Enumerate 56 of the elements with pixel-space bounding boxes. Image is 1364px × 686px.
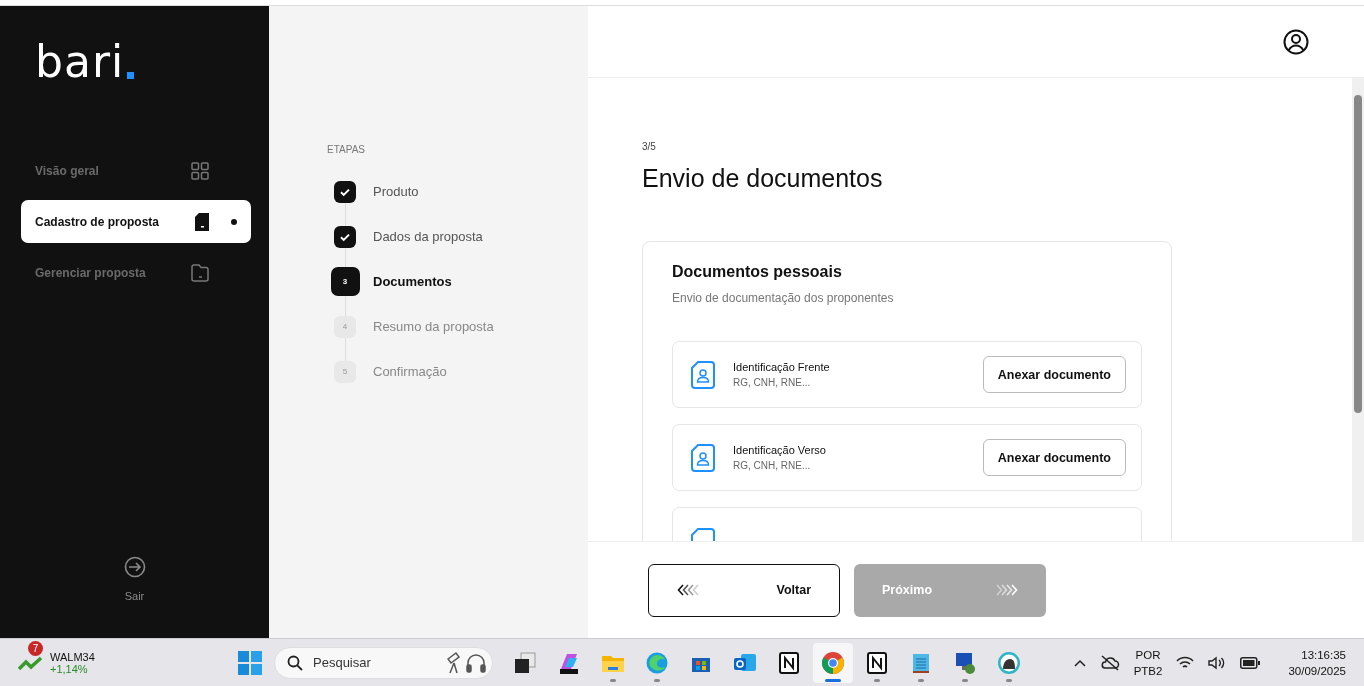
notebook-app-icon[interactable] — [865, 650, 889, 675]
step-label: Produto — [373, 184, 419, 199]
logout-label[interactable]: Sair — [124, 590, 145, 602]
keyboard-language[interactable]: POR PTB2 — [1133, 646, 1163, 679]
scrollbar-thumb[interactable] — [1354, 95, 1362, 413]
logout-icon[interactable] — [123, 556, 146, 578]
task-view-icon[interactable] — [513, 650, 537, 675]
card-title: Documentos pessoais — [672, 263, 843, 281]
cloud-off-icon[interactable] — [1099, 654, 1120, 671]
search-input[interactable]: Pesquisar — [311, 654, 436, 671]
back-button[interactable]: Voltar — [648, 563, 840, 617]
wifi-icon[interactable] — [1176, 655, 1195, 670]
document-icon — [195, 212, 209, 231]
nav-item[interactable]: Cadastro de proposta — [21, 200, 251, 243]
chevron-up-icon[interactable] — [1073, 658, 1086, 667]
clock[interactable]: 13:16:35 30/09/2025 — [1288, 646, 1346, 679]
id-document-icon — [691, 443, 715, 472]
search-icon — [287, 654, 303, 671]
step-number: 5 — [334, 360, 356, 383]
step-label: Documentos — [373, 274, 452, 289]
notification-badge: 7 — [28, 640, 43, 656]
step-counter: 3/5 — [642, 141, 657, 152]
battery-icon[interactable] — [1240, 656, 1261, 669]
stock-trend-icon[interactable] — [18, 655, 44, 672]
attach-document-button[interactable]: Anexar documento — [982, 439, 1126, 476]
document-name: Identificação Frente — [733, 361, 831, 373]
step-label: Dados da proposta — [373, 229, 483, 244]
step-label: Resumo da proposta — [373, 319, 494, 334]
animal-app-icon[interactable] — [997, 650, 1021, 675]
step-label: Confirmação — [373, 364, 447, 379]
microphone-headphones-icon — [444, 650, 486, 675]
computer-icon[interactable] — [953, 650, 977, 675]
steps-heading: ETAPAS — [327, 144, 366, 155]
attach-document-button[interactable]: Anexar documento — [982, 356, 1126, 393]
nav-item[interactable]: Gerenciar proposta — [21, 251, 251, 294]
search-bar[interactable]: Pesquisar — [274, 646, 493, 679]
browser-icon[interactable] — [821, 650, 845, 675]
start-icon[interactable] — [238, 650, 262, 675]
volume-icon[interactable] — [1208, 655, 1227, 670]
step-number: 3 — [330, 267, 360, 296]
document-hint: RG, CNH, RNE... — [733, 460, 812, 471]
page-title: Envio de documentos — [642, 164, 884, 193]
logo-text: bari — [35, 42, 125, 82]
step-number: 4 — [334, 315, 356, 338]
document-name: Identificação Verso — [733, 444, 827, 456]
active-dot-icon — [231, 218, 237, 225]
document-hint: RG, CNH, RNE... — [733, 377, 812, 388]
stock-ticker: WALM34 — [50, 650, 95, 663]
nav-item[interactable]: Visão geral — [21, 149, 251, 192]
folder-icon — [191, 263, 209, 282]
id-document-icon — [691, 360, 715, 389]
stock-change: +1,14% — [50, 662, 89, 675]
notebook-app-icon[interactable] — [777, 650, 801, 675]
grid-icon — [191, 161, 209, 180]
user-account-icon[interactable] — [1283, 28, 1309, 55]
card-subtitle: Envio de documentação dos proponentes — [672, 291, 895, 305]
